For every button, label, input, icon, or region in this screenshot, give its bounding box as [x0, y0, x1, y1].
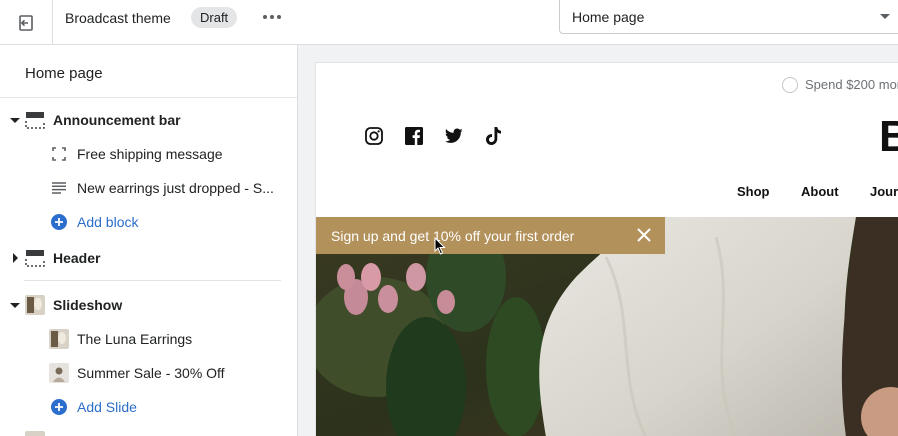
section-slideshow[interactable]: Slideshow [0, 288, 297, 322]
progress-ring-icon [782, 77, 798, 93]
storefront-preview: Spend $200 mor B Shop About Jour [315, 62, 898, 436]
chevron-down-icon [880, 14, 890, 19]
sidebar-title: Home page [25, 65, 103, 82]
add-block-label: Add block [77, 214, 139, 230]
theme-name: Broadcast theme [65, 10, 171, 26]
page-selector[interactable]: Home page [559, 0, 898, 34]
promo-text: Sign up and get 10% off your first order [331, 228, 575, 244]
add-slide-label: Add Slide [77, 399, 137, 415]
exit-icon [19, 14, 33, 31]
store-logo[interactable]: B [879, 113, 898, 161]
divider [24, 280, 281, 281]
slideshow-thumbnail [25, 295, 45, 315]
caret-right-icon[interactable] [10, 253, 20, 263]
nav-link-shop[interactable]: Shop [737, 184, 770, 199]
slide-summer-sale[interactable]: Summer Sale - 30% Off [0, 356, 297, 390]
facebook-icon[interactable] [404, 126, 424, 146]
more-horizontal-icon [263, 15, 281, 19]
section-announcement-bar[interactable]: Announcement bar [0, 103, 297, 137]
close-icon[interactable] [636, 227, 652, 243]
slide-label: Summer Sale - 30% Off [77, 365, 225, 381]
sections-sidebar: Home page Announcement bar Free shipping… [0, 45, 298, 436]
plus-circle-icon [49, 397, 69, 417]
newsletter-popup-bar[interactable]: Sign up and get 10% off your first order [316, 217, 665, 254]
add-slide-button[interactable]: Add Slide [0, 390, 297, 424]
slide-thumbnail [49, 329, 69, 349]
editor-topbar: Broadcast theme Draft Home page [0, 0, 898, 45]
section-label: Announcement bar [53, 112, 181, 128]
status-badge: Draft [191, 7, 238, 28]
section-label: Header [53, 250, 101, 266]
twitter-icon[interactable] [444, 126, 464, 146]
block-label: Free shipping message [77, 146, 223, 162]
block-dashed-icon [49, 144, 69, 164]
block-free-shipping[interactable]: Free shipping message [0, 137, 297, 171]
tiktok-icon[interactable] [484, 126, 504, 146]
nav-link-about[interactable]: About [801, 184, 839, 199]
announcement-bar-icon [25, 112, 45, 129]
section-header[interactable]: Header [0, 241, 297, 275]
add-block-button[interactable]: Add block [0, 205, 297, 239]
more-actions-button[interactable] [259, 7, 285, 27]
block-new-earrings[interactable]: New earrings just dropped - S... [0, 171, 297, 205]
plus-circle-icon [49, 212, 69, 232]
caret-down-icon[interactable] [10, 115, 20, 125]
text-lines-icon [49, 178, 69, 198]
section-label: Slideshow [53, 297, 123, 313]
page-selector-value: Home page [572, 9, 645, 25]
divider [0, 97, 297, 98]
slide-luna-earrings[interactable]: The Luna Earrings [0, 322, 297, 356]
nav-link-journal[interactable]: Jour [870, 184, 898, 199]
header-section-icon [25, 250, 45, 267]
caret-down-icon[interactable] [10, 300, 20, 310]
instagram-icon[interactable] [364, 126, 384, 146]
free-shipping-progress-text: Spend $200 mor [805, 77, 898, 92]
exit-editor-button[interactable] [0, 0, 53, 45]
slide-thumbnail [49, 363, 69, 383]
slide-label: The Luna Earrings [77, 331, 193, 347]
block-label: New earrings just dropped - S... [77, 180, 274, 196]
next-section-thumbnail [25, 431, 45, 436]
